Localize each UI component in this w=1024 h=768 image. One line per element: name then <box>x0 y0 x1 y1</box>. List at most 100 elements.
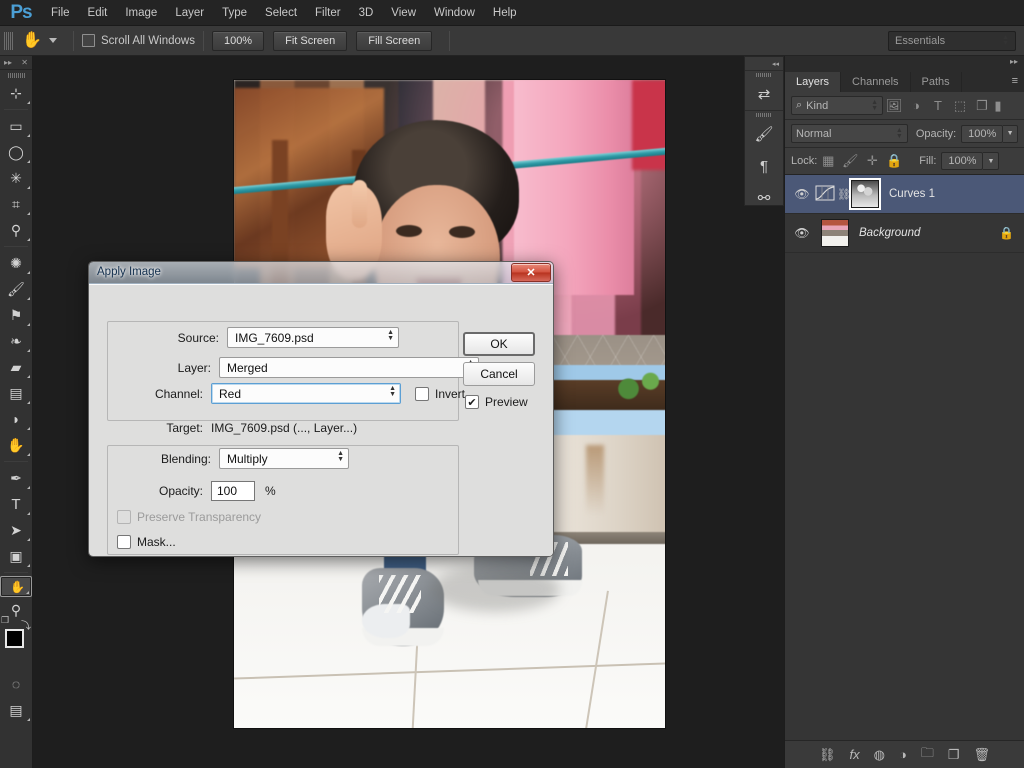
layer-mask-thumbnail[interactable] <box>851 180 879 208</box>
lock-position-icon[interactable]: ✛ <box>861 153 883 169</box>
panel-grip[interactable] <box>756 113 772 117</box>
brush-panel-button[interactable]: 🖌 <box>745 118 783 150</box>
clone-stamp-tool[interactable]: ⚑ <box>0 302 32 328</box>
move-tool[interactable]: ⊹ <box>0 80 32 106</box>
layer-visibility-toggle[interactable]: 👁 <box>791 226 813 240</box>
menu-3d[interactable]: 3D <box>350 3 383 23</box>
layer-styles-fx-icon[interactable]: fx <box>850 747 860 762</box>
new-layer-icon[interactable]: ❐ <box>948 747 960 763</box>
tool-preset-chevron-down-icon[interactable] <box>49 38 57 43</box>
new-adjustment-layer-icon[interactable]: ◑ <box>899 747 907 762</box>
magic-wand-tool[interactable]: ✳ <box>0 165 32 191</box>
preview-checkbox[interactable]: ✔ <box>465 395 479 409</box>
panel-menu-icon[interactable]: ≡ <box>1012 75 1018 87</box>
eyedropper-tool[interactable]: ⚲ <box>0 217 32 243</box>
table-row[interactable]: 👁 Background 🔒 <box>785 214 1024 253</box>
history-panel-button[interactable]: ⇄ <box>745 78 783 110</box>
filter-toggle-icon[interactable]: ▮ <box>993 98 1003 114</box>
opacity-slider-chevron-down-icon[interactable]: ▼ <box>1003 125 1018 143</box>
hand-tool[interactable]: ✋ <box>0 576 32 597</box>
tab-paths[interactable]: Paths <box>911 72 962 92</box>
gradient-tool[interactable]: ▤ <box>0 380 32 406</box>
scroll-all-windows-checkbox[interactable] <box>82 34 95 47</box>
layer-name[interactable]: Curves 1 <box>884 188 1018 200</box>
pen-tool[interactable]: ✒ <box>0 465 32 491</box>
crop-tool[interactable]: ⌗ <box>0 191 32 217</box>
lock-transparency-icon[interactable]: ▦ <box>817 153 839 169</box>
lock-all-icon[interactable]: 🔒 <box>883 153 905 169</box>
blur-tool[interactable]: ◗ <box>0 406 32 432</box>
tab-channels[interactable]: Channels <box>841 72 910 92</box>
add-layer-mask-icon[interactable]: ◍ <box>874 747 885 763</box>
options-bar-grip[interactable] <box>4 32 13 50</box>
fill-screen-button[interactable]: Fill Screen <box>356 31 432 51</box>
path-selection-tool[interactable]: ➤ <box>0 517 32 543</box>
menu-layer[interactable]: Layer <box>166 3 213 23</box>
opacity-value[interactable]: 100% <box>961 125 1003 143</box>
dialog-title-bar[interactable]: Apply Image ✕ <box>89 262 553 284</box>
menu-edit[interactable]: Edit <box>79 3 117 23</box>
paragraph-panel-button[interactable]: ¶ <box>745 150 783 182</box>
layers-panel-collapse-icon[interactable]: ▸▸ <box>785 56 1024 70</box>
fit-screen-button[interactable]: Fit Screen <box>273 31 347 51</box>
menu-help[interactable]: Help <box>484 3 526 23</box>
apply-image-dialog[interactable]: Apply Image ✕ Source: IMG_7609.psd ▲▼ La… <box>88 261 554 557</box>
tab-layers[interactable]: Layers <box>785 72 841 92</box>
layer-select[interactable]: Merged ▲▼ <box>219 357 479 378</box>
smart-object-filter-icon[interactable]: ❐ <box>971 98 993 114</box>
brush-tool[interactable]: 🖌 <box>0 276 32 302</box>
eraser-tool[interactable]: ▰ <box>0 354 32 380</box>
horizontal-type-tool[interactable]: T <box>0 491 32 517</box>
screen-mode-toggle[interactable]: ▤ <box>0 697 32 723</box>
default-colors-icon[interactable]: ❐ <box>1 615 9 626</box>
cancel-button[interactable]: Cancel <box>463 362 535 386</box>
brush-presets-panel-button[interactable]: ⚯ <box>745 182 783 214</box>
filter-kind-select[interactable]: ⌕ Kind ▲▼ <box>791 96 883 115</box>
close-icon[interactable]: ✕ <box>511 263 551 282</box>
layer-name[interactable]: Background <box>854 227 999 239</box>
menu-filter[interactable]: Filter <box>306 3 350 23</box>
foreground-color-swatch[interactable] <box>5 629 24 648</box>
invert-checkbox[interactable] <box>415 387 429 401</box>
menu-file[interactable]: File <box>42 3 79 23</box>
menu-window[interactable]: Window <box>425 3 484 23</box>
table-row[interactable]: 👁 ⛓ Curves 1 <box>785 175 1024 214</box>
rectangular-marquee-tool[interactable]: ▭ <box>0 113 32 139</box>
panel-grip[interactable] <box>756 73 772 77</box>
zoom-100-button[interactable]: 100% <box>212 31 264 51</box>
close-icon[interactable]: ✕ <box>21 58 28 67</box>
quick-mask-toggle[interactable]: ◌ <box>0 671 32 697</box>
new-group-icon[interactable]: 🗀 <box>921 744 934 766</box>
menu-view[interactable]: View <box>382 3 425 23</box>
collapse-icon[interactable]: ◂◂ <box>772 60 779 68</box>
lock-image-pixels-icon[interactable]: 🖌 <box>839 153 861 169</box>
mask-checkbox[interactable] <box>117 535 131 549</box>
link-icon[interactable]: ⛓ <box>837 188 851 201</box>
collapse-icon[interactable]: ▸▸ <box>4 58 12 67</box>
blend-mode-select[interactable]: Normal ▲▼ <box>791 124 908 143</box>
link-layers-icon[interactable]: ⛓ <box>819 747 836 763</box>
dodge-tool[interactable]: ✋ <box>0 432 32 458</box>
shape-filter-icon[interactable]: ⬚ <box>949 98 971 114</box>
delete-layer-icon[interactable]: 🗑 <box>974 747 991 763</box>
opacity-input[interactable]: 100 <box>211 481 255 501</box>
menu-image[interactable]: Image <box>116 3 166 23</box>
layer-thumbnail[interactable] <box>821 219 849 247</box>
pixel-filter-icon[interactable]: 🖼 <box>883 98 905 114</box>
curves-icon[interactable] <box>813 185 837 204</box>
source-select[interactable]: IMG_7609.psd ▲▼ <box>227 327 399 348</box>
mask-label[interactable]: Mask... <box>137 535 176 549</box>
menu-select[interactable]: Select <box>256 3 306 23</box>
type-filter-icon[interactable]: T <box>927 98 949 113</box>
adjustment-filter-icon[interactable]: ◑ <box>905 98 927 113</box>
channel-select[interactable]: Red ▲▼ <box>211 383 401 404</box>
lasso-tool[interactable]: ◯ <box>0 139 32 165</box>
spot-healing-brush-tool[interactable]: ✺ <box>0 250 32 276</box>
fill-value[interactable]: 100% <box>941 152 983 170</box>
workspace-switcher[interactable]: Essentials ▲▼ <box>888 31 1016 51</box>
ok-button[interactable]: OK <box>463 332 535 356</box>
fill-slider-chevron-down-icon[interactable]: ▼ <box>983 152 999 170</box>
tools-panel-grip[interactable] <box>8 73 25 78</box>
menu-type[interactable]: Type <box>213 3 256 23</box>
layer-visibility-toggle[interactable]: 👁 <box>791 187 813 201</box>
